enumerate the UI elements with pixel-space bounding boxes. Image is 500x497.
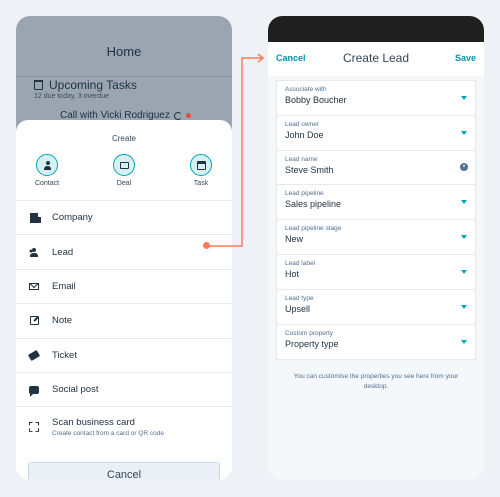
upcoming-tasks-subtitle: 12 due today, 3 overdue [34,93,109,100]
field-custom-property[interactable]: Custom property Property type [277,325,475,360]
quick-action-task[interactable]: Task [178,154,224,187]
deal-icon [113,154,135,176]
save-button[interactable]: Save [455,53,476,63]
mail-icon [28,280,40,292]
field-value: Property type [285,338,339,349]
field-value: Bobby Boucher [285,95,347,105]
menu-item-social-post[interactable]: Social post [16,371,232,406]
chevron-down-icon[interactable] [461,339,467,344]
overdue-dot [185,113,191,118]
menu-item-label: Scan business card [52,416,135,428]
chevron-down-icon[interactable] [461,200,467,205]
customise-note: You can customise the properties you see… [293,373,459,390]
create-lead-header: Cancel Create Lead Save [268,42,484,76]
field-label: Lead pipeline stage [285,225,342,233]
field-associate-with[interactable]: Associate with Bobby Boucher [277,81,475,116]
calendar-icon [34,79,43,90]
menu-item-scan-business-card[interactable]: Scan business card Create contact from a… [16,406,232,446]
menu-item-label: Lead [52,246,74,258]
field-value: New [285,234,304,245]
lead-connector-dot [203,242,210,249]
field-label: Associate with [285,86,327,93]
divider [16,76,232,77]
users-icon [28,246,40,258]
field-value: Upsell [285,303,311,314]
quick-action-label: Deal [116,180,132,187]
chevron-down-icon[interactable] [461,235,467,240]
quick-action-label: Contact [34,180,60,187]
field-list: Associate with Bobby Boucher Lead owner … [276,80,476,361]
field-value: Hot [285,268,300,279]
menu-item-label: Social post [52,384,99,396]
create-lead-form: Associate with Bobby Boucher Lead owner … [268,76,484,480]
upcoming-tasks-header[interactable]: Upcoming Tasks [34,78,137,92]
chevron-down-icon[interactable] [461,96,467,100]
create-sheet: Create Contact Deal Task Company Lead Em… [16,120,232,480]
contact-icon [36,154,58,176]
field-label: Lead pipeline [285,190,324,198]
menu-item-ticket[interactable]: Ticket [16,337,232,372]
quick-action-contact[interactable]: Contact [24,154,70,187]
field-lead-label[interactable]: Lead label Hot [277,255,475,290]
cancel-button[interactable]: Cancel [28,462,220,480]
page-title: Create Lead [342,51,410,65]
menu-item-label: Company [52,212,93,224]
note-icon [28,315,40,327]
field-lead-type[interactable]: Lead type Upsell [277,290,475,325]
quick-action-label: Task [193,180,209,187]
field-lead-pipeline[interactable]: Lead pipeline Sales pipeline [277,185,475,221]
chat-icon [28,384,40,397]
field-lead-owner[interactable]: Lead owner John Doe [277,116,475,151]
field-label: Lead owner [285,120,319,128]
menu-item-note[interactable]: Note [16,303,232,337]
menu-item-email[interactable]: Email [16,268,232,303]
menu-item-label: Note [52,315,73,327]
home-title: Home [106,44,142,59]
menu-item-company[interactable]: Company [16,200,232,234]
scan-icon [28,421,40,433]
task-icon [190,154,212,176]
field-value: John Doe [285,129,324,140]
chevron-down-icon[interactable] [461,304,467,309]
menu-item-sublabel: Create contact from a card or QR code [52,429,164,437]
field-value: Steve Smith [285,164,334,175]
ticket-icon [27,349,41,361]
menu-item-label: Ticket [52,349,77,361]
field-label: Custom property [285,329,334,337]
building-icon [28,212,41,224]
phone-status-bar [268,16,484,42]
chevron-down-icon[interactable] [461,130,467,135]
upcoming-tasks-title: Upcoming Tasks [49,78,137,92]
menu-item-lead[interactable]: Lead [16,234,232,268]
field-value: Sales pipeline [285,199,342,210]
field-label: Lead name [285,155,318,163]
field-lead-name[interactable]: Lead name Steve Smith × [277,151,475,186]
field-lead-pipeline-stage[interactable]: Lead pipeline stage New [277,220,475,255]
field-label: Lead label [285,259,315,267]
left-phone-screen: Home Upcoming Tasks 12 due today, 3 over… [16,16,232,480]
chevron-down-icon[interactable] [461,269,467,274]
menu-item-label: Email [52,280,76,292]
clear-icon[interactable]: × [460,162,468,171]
right-phone-screen: Cancel Create Lead Save Associate with B… [268,16,484,480]
create-sheet-title: Create [111,134,136,143]
field-label: Lead type [285,294,314,302]
create-menu: Company Lead Email Note Ticket Social po… [16,200,232,446]
quick-action-deal[interactable]: Deal [101,154,147,187]
sync-icon [173,111,182,120]
